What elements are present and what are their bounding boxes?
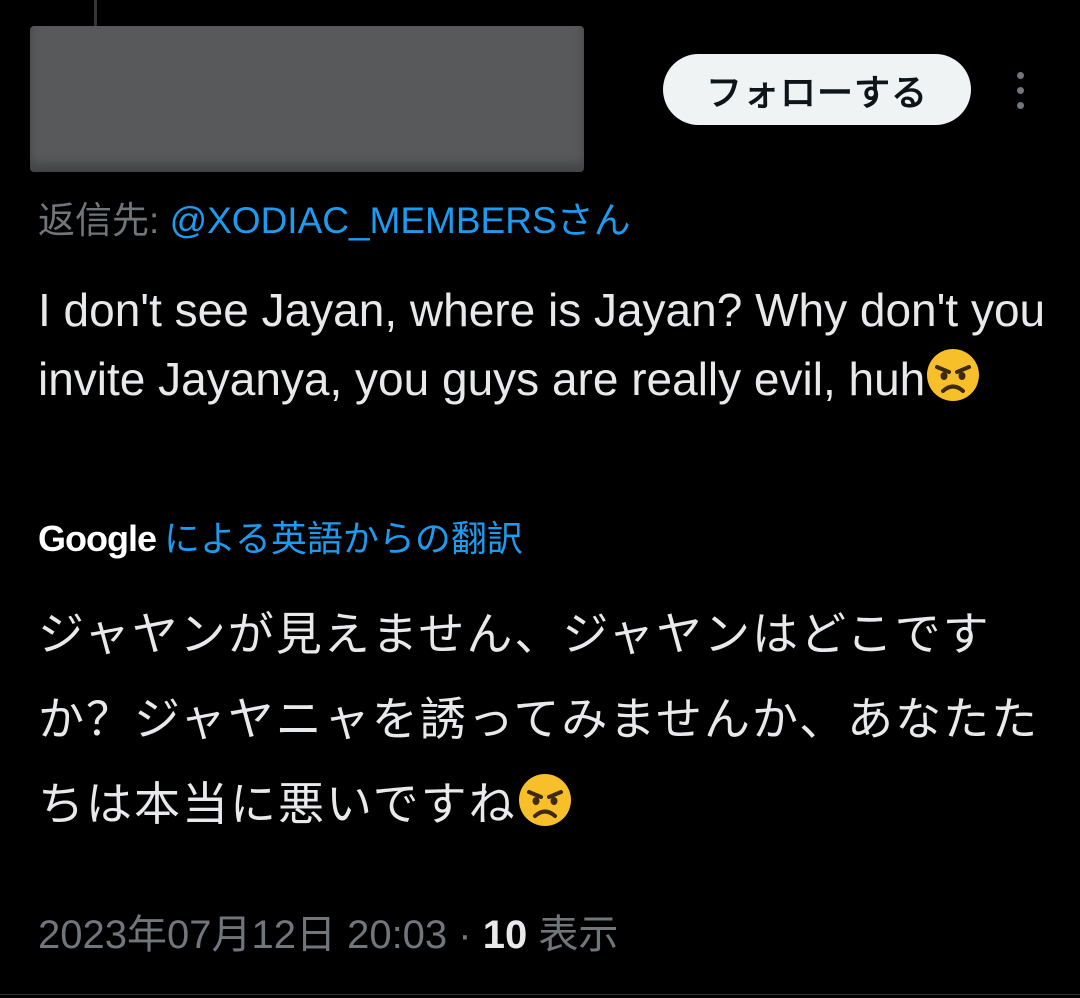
divider — [0, 994, 1080, 995]
views-count: 10 — [482, 913, 528, 957]
thread-connector-line — [94, 0, 97, 28]
reply-to-line: 返信先: @XODIAC_MEMBERSさん — [38, 190, 631, 244]
more-dot — [1016, 101, 1024, 109]
translation-label-link[interactable]: による英語からの翻訳 — [164, 518, 523, 559]
angry-face-emoji-icon — [518, 774, 571, 826]
reply-to-handle-link[interactable]: @XODIAC_MEMBERSさん — [170, 200, 631, 241]
reply-to-prefix: 返信先: — [38, 200, 170, 241]
more-vertical-icon[interactable] — [1000, 66, 1040, 114]
tweet-text: I don't see Jayan, where is Jayan? Why d… — [38, 276, 1048, 414]
google-logo: Google — [38, 518, 157, 559]
angry-face-emoji-icon — [927, 349, 980, 401]
redacted-user-info — [30, 26, 584, 172]
views-label: 表示 — [527, 913, 619, 957]
timestamp[interactable]: 2023年07月12日 20:03 — [38, 913, 447, 957]
more-dot — [1016, 71, 1024, 79]
follow-button[interactable]: フォローする — [663, 54, 971, 125]
follow-button-label: フォローする — [705, 71, 928, 113]
tweet-body: I don't see Jayan, where is Jayan? Why d… — [38, 284, 1046, 405]
meta-separator: · — [447, 913, 483, 957]
more-dot — [1016, 86, 1024, 94]
translation-attribution: Google による英語からの翻訳 — [38, 510, 523, 562]
translated-text: ジャヤンが見えません、ジャヤンはどこですか？ジャヤニャを誘ってみませんか、あなた… — [38, 592, 1048, 847]
tweet-meta: 2023年07月12日 20:03 · 10 表示 — [38, 902, 618, 960]
